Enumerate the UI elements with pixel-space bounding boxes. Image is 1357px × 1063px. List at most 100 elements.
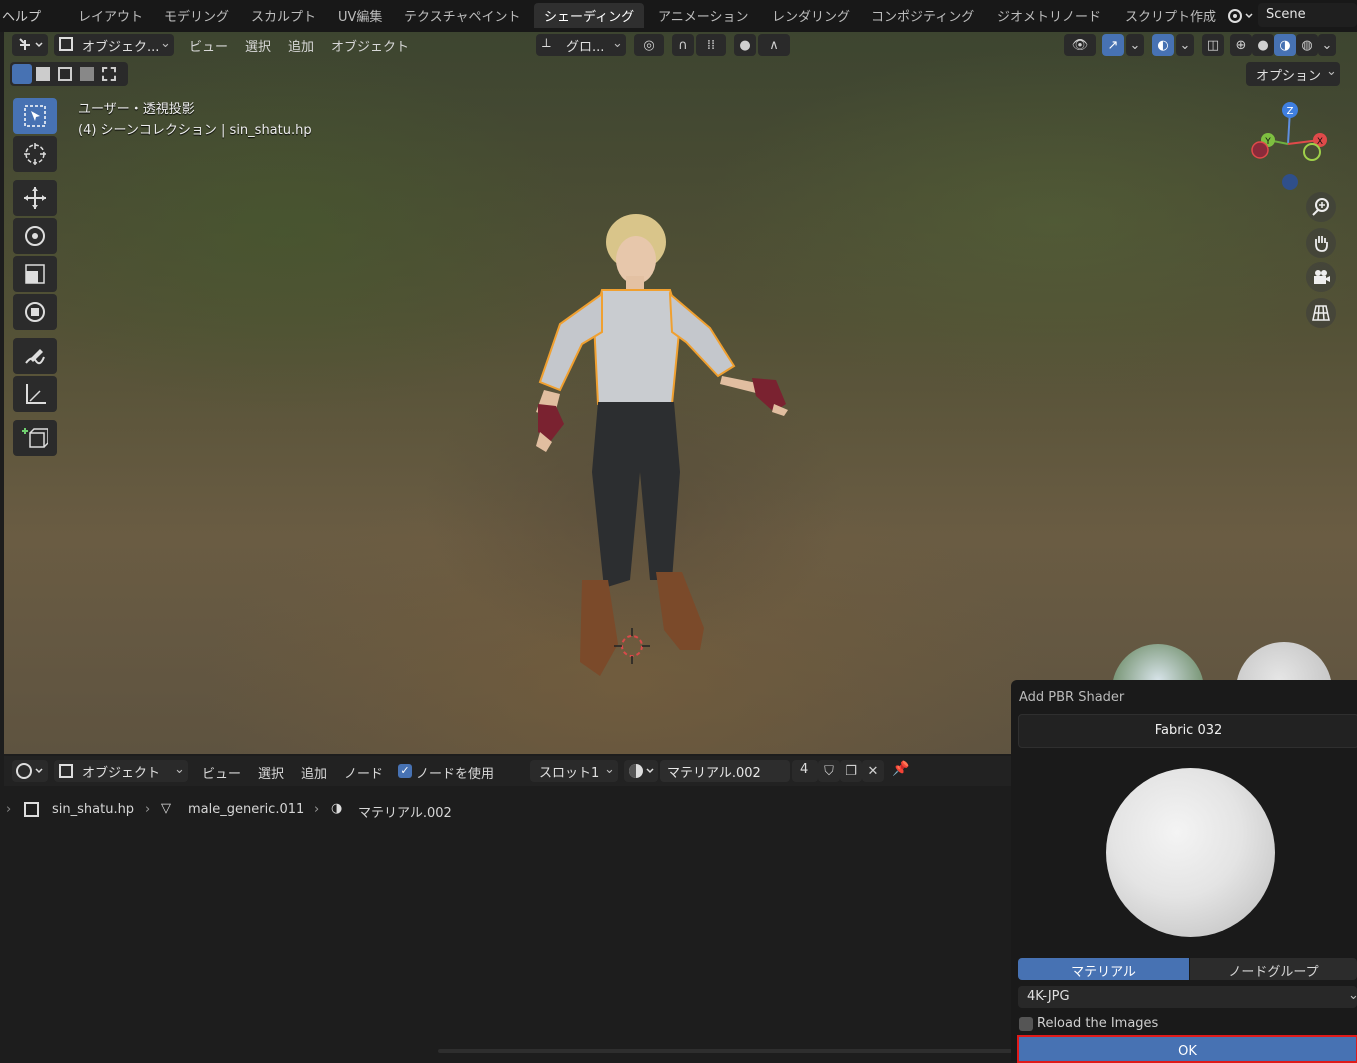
material-name-field[interactable]: マテリアル.002 <box>660 760 790 782</box>
tab-geometry-nodes[interactable]: ジオメトリノード <box>997 6 1101 25</box>
editor-type-button[interactable] <box>12 34 48 56</box>
gizmo-toggle-icon[interactable]: ↗ <box>1102 34 1124 56</box>
orientation-icon: ⟂ <box>542 36 551 51</box>
node-menu-add[interactable]: 追加 <box>301 763 327 782</box>
tab-node-group[interactable]: ノードグループ <box>1190 958 1357 980</box>
snap-toggle-icon[interactable]: ∩ <box>672 34 694 56</box>
select-intersect-icon[interactable] <box>102 67 116 81</box>
options-label: オプション <box>1256 69 1322 84</box>
editor-type-button[interactable] <box>12 760 48 782</box>
unlink-material-icon[interactable]: ✕ <box>862 760 884 782</box>
tab-animation[interactable]: アニメーション <box>658 6 748 25</box>
scale-tool[interactable] <box>13 256 57 292</box>
material-select-field[interactable]: Fabric 032 <box>1018 714 1357 748</box>
tab-node-group-label: ノードグループ <box>1228 965 1319 980</box>
mesh-data-icon: ▽ <box>161 801 171 816</box>
material-preview-shading-icon[interactable]: ◑ <box>1274 34 1296 56</box>
material-preview-sphere <box>1106 768 1275 937</box>
node-editor-canvas[interactable] <box>4 786 1012 1061</box>
collection-object-label: (4) シーンコレクション | sin_shatu.hp <box>78 123 312 138</box>
object-mode-icon <box>59 37 73 51</box>
material-browse-button[interactable] <box>624 760 658 782</box>
overlay-toggle-icon[interactable]: ◐ <box>1152 34 1174 56</box>
menu-help[interactable]: ヘルプ <box>2 6 41 25</box>
tab-texture-paint[interactable]: テクスチャペイント <box>404 6 520 25</box>
tab-modeling[interactable]: モデリング <box>164 6 229 25</box>
scene-selector-icon[interactable] <box>1224 4 1256 26</box>
scene-name: Scene <box>1266 7 1306 22</box>
move-tool[interactable] <box>13 180 57 216</box>
user-count[interactable]: 4 <box>792 760 818 782</box>
menu-select[interactable]: 選択 <box>245 36 271 55</box>
menu-object[interactable]: オブジェクト <box>331 36 409 55</box>
selection-mode-group <box>10 62 128 86</box>
chevron-down-icon: ⌄ <box>160 36 171 51</box>
scene-name-field[interactable]: Scene <box>1258 3 1357 27</box>
tab-scripting[interactable]: スクリプト作成 <box>1125 6 1216 25</box>
menu-add[interactable]: 追加 <box>288 36 314 55</box>
solid-shading-icon[interactable]: ● <box>1252 34 1274 56</box>
options-dropdown[interactable]: オプション ⌄ <box>1246 62 1340 86</box>
tab-shading[interactable]: シェーディング <box>534 3 645 28</box>
xray-toggle-icon[interactable]: ◫ <box>1202 34 1224 56</box>
view-perspective-label: ユーザー・透視投影 <box>78 102 195 117</box>
interaction-mode-dropdown[interactable]: オブジェク... ⌄ <box>54 34 174 56</box>
material-icon: ◑ <box>331 801 343 816</box>
transform-orientation-dropdown[interactable]: ⟂ グロ... ⌄ <box>536 34 626 56</box>
select-invert-icon[interactable] <box>80 67 94 81</box>
slot-dropdown[interactable]: スロット1 ⌄ <box>530 760 618 782</box>
pivot-point-icon[interactable]: ◎ <box>634 34 664 56</box>
rendered-shading-icon[interactable]: ◍ <box>1296 34 1318 56</box>
3d-viewport[interactable] <box>4 32 1357 754</box>
transform-tool[interactable] <box>13 294 57 330</box>
select-subtract-icon[interactable] <box>58 67 72 81</box>
tab-material-label: マテリアル <box>1071 965 1136 980</box>
visibility-icon[interactable]: 👁 <box>1064 34 1096 56</box>
ok-button[interactable]: OK <box>1017 1035 1357 1063</box>
orientation-label: グロ... <box>566 40 605 55</box>
use-nodes-checkbox[interactable]: ✓ <box>398 764 412 778</box>
wireframe-shading-icon[interactable]: ⊕ <box>1230 34 1252 56</box>
annotate-tool[interactable] <box>13 338 57 374</box>
measure-tool[interactable] <box>13 376 57 412</box>
reload-images-checkbox[interactable] <box>1019 1017 1033 1031</box>
tab-sculpt[interactable]: スカルプト <box>251 6 316 25</box>
slot-label: スロット1 <box>539 766 600 781</box>
proportional-edit-icon[interactable]: ● <box>734 34 756 56</box>
cursor-tool[interactable] <box>13 136 57 172</box>
material-select-label: Fabric 032 <box>1154 723 1223 738</box>
shader-type-dropdown[interactable]: オブジェクト ⌄ <box>54 760 188 782</box>
chevron-down-icon[interactable]: ⌄ <box>1318 34 1336 56</box>
resolution-dropdown[interactable]: 4K-JPG ⌄ <box>1018 986 1357 1008</box>
zoom-icon[interactable] <box>1306 192 1336 222</box>
breadcrumb-material: マテリアル.002 <box>358 806 452 821</box>
tab-layout[interactable]: レイアウト <box>78 6 143 25</box>
snap-target-icon[interactable]: ⁞⁞ <box>696 34 726 56</box>
tab-compositing[interactable]: コンポジティング <box>871 6 974 25</box>
node-menu-view[interactable]: ビュー <box>202 763 241 782</box>
falloff-icon[interactable]: ∧ <box>758 34 790 56</box>
tab-uv-editing[interactable]: UV編集 <box>338 6 382 25</box>
tab-material[interactable]: マテリアル <box>1018 958 1189 980</box>
chevron-down-icon[interactable]: ⌄ <box>1176 34 1194 56</box>
chevron-down-icon[interactable]: ⌄ <box>1126 34 1144 56</box>
duplicate-material-icon[interactable]: ❐ <box>840 760 862 782</box>
select-new-icon[interactable] <box>12 64 32 84</box>
ok-button-label: OK <box>1178 1044 1197 1059</box>
fake-user-shield-icon[interactable]: ⛉ <box>818 760 840 782</box>
horizontal-scrollbar[interactable] <box>438 1049 1012 1053</box>
menu-view[interactable]: ビュー <box>189 36 228 55</box>
select-box-tool[interactable] <box>13 98 57 134</box>
navigation-gizmo[interactable]: Z Y X <box>1240 96 1340 196</box>
node-menu-node[interactable]: ノード <box>344 763 383 782</box>
pin-icon[interactable]: 📌 <box>892 761 912 781</box>
grid-toggle-icon[interactable] <box>1306 298 1336 328</box>
camera-icon[interactable] <box>1306 262 1336 292</box>
add-cube-tool[interactable] <box>13 420 57 456</box>
select-extend-icon[interactable] <box>36 67 50 81</box>
pan-hand-icon[interactable] <box>1306 228 1336 258</box>
rotate-tool[interactable] <box>13 218 57 254</box>
use-nodes-label: ノードを使用 <box>416 767 495 782</box>
tab-rendering[interactable]: レンダリング <box>772 6 850 25</box>
node-menu-select[interactable]: 選択 <box>258 763 284 782</box>
